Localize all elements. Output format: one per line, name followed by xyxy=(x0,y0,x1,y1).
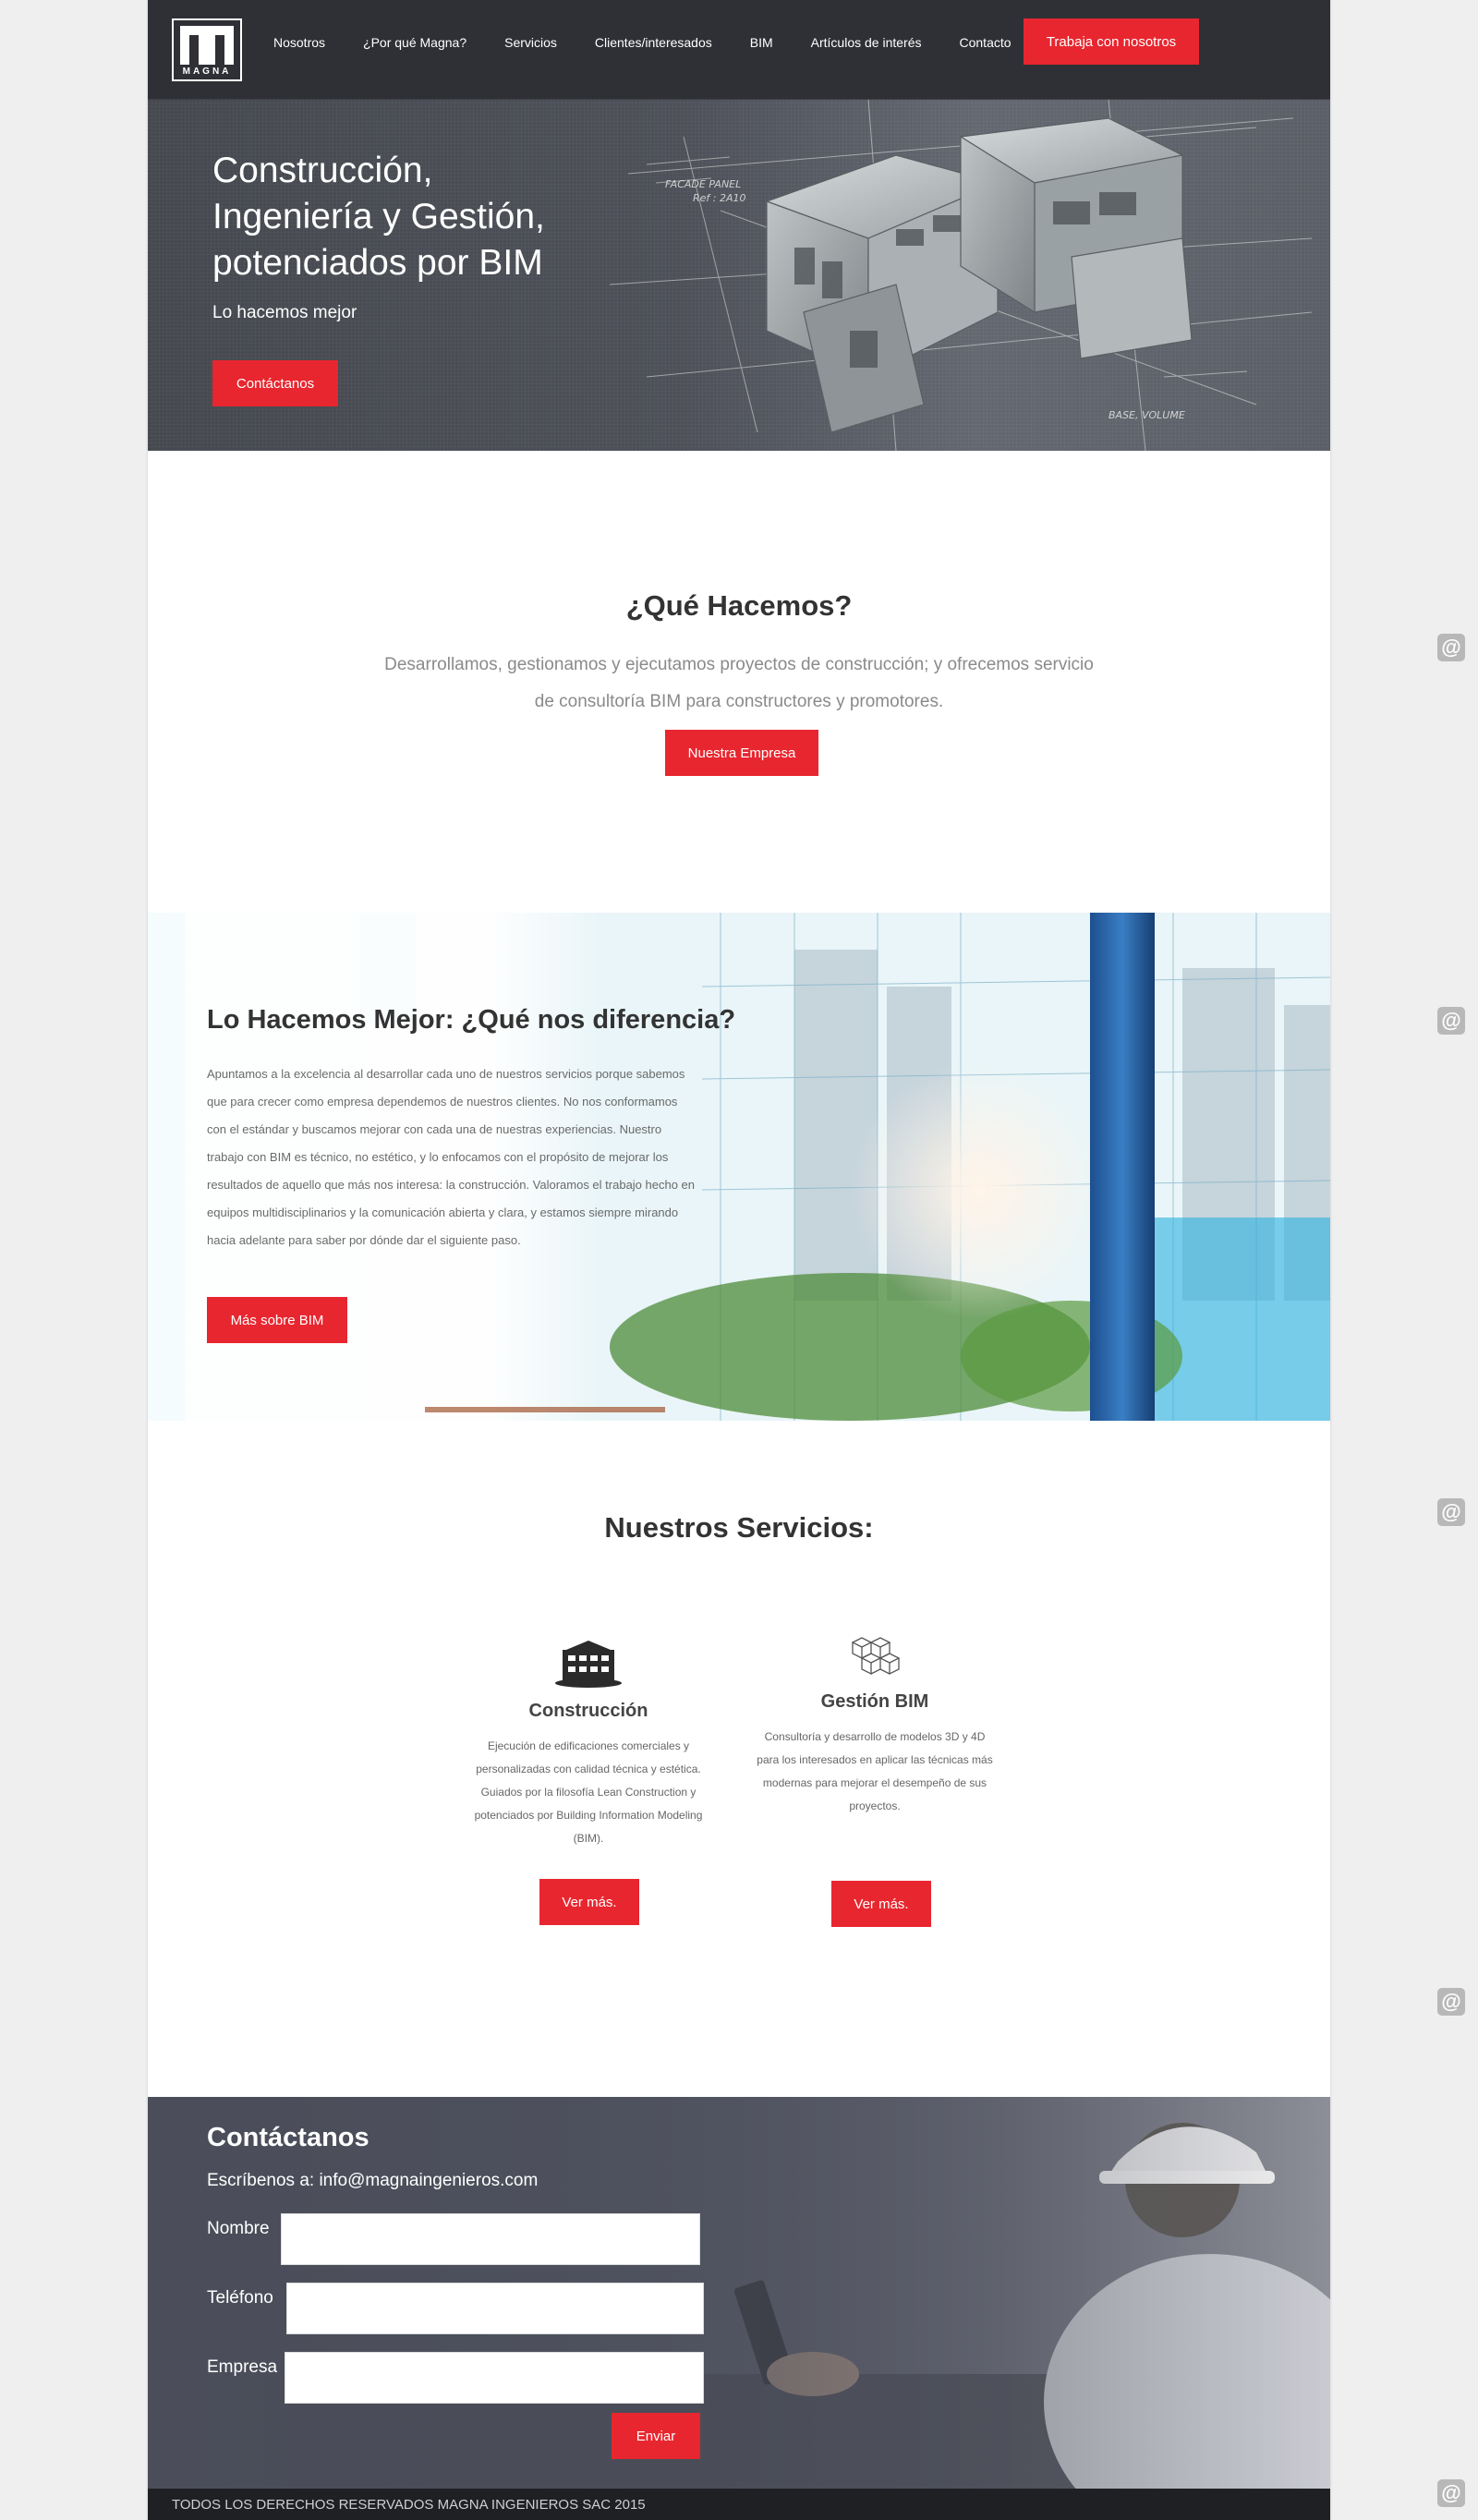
email-at-icon[interactable]: @ xyxy=(1437,1498,1465,1526)
svg-text:FACADE PANEL: FACADE PANEL xyxy=(665,178,741,190)
nav-por-que-magna[interactable]: ¿Por qué Magna? xyxy=(363,35,466,50)
trabaja-con-nosotros-button[interactable]: Trabaja con nosotros xyxy=(1024,18,1199,65)
footer-copyright: TODOS LOS DERECHOS RESERVADOS MAGNA INGE… xyxy=(148,2489,1330,2520)
servicio-construccion-text: Ejecución de edificaciones comerciales y… xyxy=(474,1739,703,1845)
contactanos-button[interactable]: Contáctanos xyxy=(212,360,338,406)
diferencia-title: Lo Hacemos Mejor: ¿Qué nos diferencia? xyxy=(207,1005,736,1035)
construccion-ver-mas-button[interactable]: Ver más. xyxy=(539,1879,639,1925)
main-nav: Nosotros ¿Por qué Magna? Servicios Clien… xyxy=(273,0,1049,85)
svg-text:Ref : 2A10: Ref : 2A10 xyxy=(693,192,746,204)
diferencia-text: Apuntamos a la excelencia al desarrollar… xyxy=(207,1067,696,1247)
que-hacemos-title: ¿Qué Hacemos? xyxy=(625,589,853,622)
servicio-construccion: Construcción Ejecución de edificaciones … xyxy=(468,1637,709,1850)
empresa-input[interactable] xyxy=(285,2352,704,2404)
logo-mark xyxy=(180,26,234,65)
diferencia-section: Lo Hacemos Mejor: ¿Qué nos diferencia? A… xyxy=(148,913,1330,1421)
email-at-icon[interactable]: @ xyxy=(1437,1007,1465,1035)
svg-text:BASE, VOLUME: BASE, VOLUME xyxy=(1108,409,1185,421)
magna-logo[interactable]: MAGNA xyxy=(172,18,242,81)
nav-servicios[interactable]: Servicios xyxy=(504,35,557,50)
telefono-label: Teléfono xyxy=(207,2288,273,2308)
telefono-input[interactable] xyxy=(286,2283,704,2334)
mas-sobre-bim-button[interactable]: Más sobre BIM xyxy=(207,1297,347,1343)
servicio-gestion-bim: Gestión BIM Consultoría y desarrollo de … xyxy=(755,1635,995,1818)
hero-subtitle: Lo hacemos mejor xyxy=(212,303,357,322)
gestion-bim-ver-mas-button[interactable]: Ver más. xyxy=(831,1881,931,1927)
nav-clientes[interactable]: Clientes/interesados xyxy=(595,35,712,50)
logo-text: MAGNA xyxy=(182,67,232,77)
nav-contacto[interactable]: Contacto xyxy=(960,35,1012,50)
contacto-email: Escríbenos a: info@magnaingenieros.com xyxy=(207,2171,539,2190)
hero-title: Construcción, Ingeniería y Gestión, pote… xyxy=(212,151,545,283)
servicio-gestion-bim-text: Consultoría y desarrollo de modelos 3D y… xyxy=(757,1730,993,1812)
nav-bim[interactable]: BIM xyxy=(750,35,773,50)
nav-nosotros[interactable]: Nosotros xyxy=(273,35,325,50)
hero-banner: FACADE PANEL Ref : 2A10 BASE, VOLUME Con… xyxy=(148,100,1330,451)
que-hacemos-text: Desarrollamos, gestionamos y ejecutamos … xyxy=(384,655,1094,711)
building-sketch-image: FACADE PANEL Ref : 2A10 BASE, VOLUME xyxy=(609,100,1313,451)
cubes-icon xyxy=(851,1637,901,1676)
nuestra-empresa-button[interactable]: Nuestra Empresa xyxy=(665,730,818,776)
servicios-title: Nuestros Servicios: xyxy=(604,1511,874,1544)
contacto-section: Contáctanos Escríbenos a: info@magnainge… xyxy=(148,2097,1330,2489)
site-header: MAGNA Nosotros ¿Por qué Magna? Servicios… xyxy=(148,0,1330,100)
servicio-gestion-bim-title: Gestión BIM xyxy=(820,1691,929,1712)
page: MAGNA Nosotros ¿Por qué Magna? Servicios… xyxy=(148,0,1330,2520)
enviar-button[interactable]: Enviar xyxy=(612,2413,700,2459)
building-icon xyxy=(555,1641,622,1688)
email-at-icon[interactable]: @ xyxy=(1437,1988,1465,2016)
empresa-label: Empresa xyxy=(207,2357,278,2377)
servicio-construccion-title: Construcción xyxy=(528,1701,648,1721)
email-at-icon[interactable]: @ xyxy=(1437,634,1465,661)
email-at-icon[interactable]: @ xyxy=(1437,2479,1465,2507)
nombre-label: Nombre xyxy=(207,2219,270,2238)
nombre-input[interactable] xyxy=(281,2213,700,2265)
nav-articulos[interactable]: Artículos de interés xyxy=(811,35,922,50)
contacto-title: Contáctanos xyxy=(207,2123,370,2152)
